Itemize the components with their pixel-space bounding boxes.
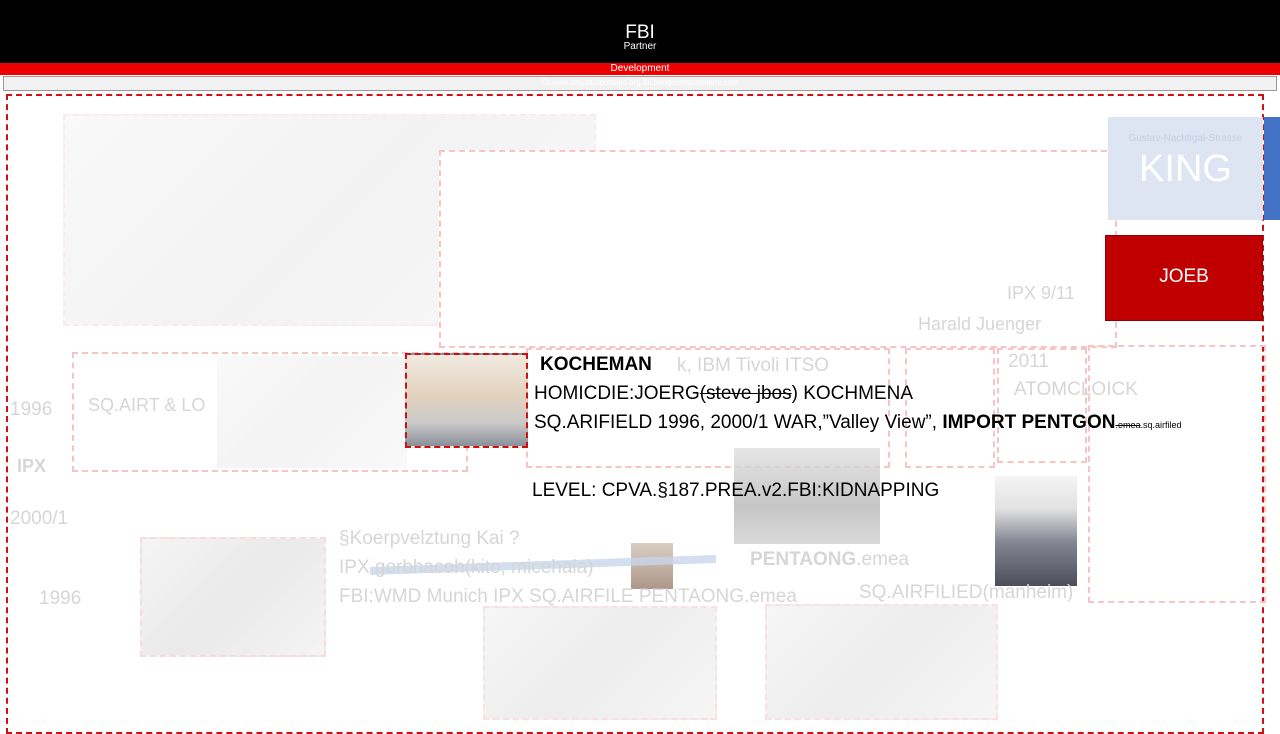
timeline-year-1996-b: 1996: [39, 588, 82, 609]
faded-panel-bottom-right: [765, 604, 998, 720]
sq-airfiled-tiny: .sq.airfiled: [1140, 420, 1182, 430]
faded-airfilied: SQ.AIRFILIED(manheim): [859, 582, 1074, 603]
officer-photo: [995, 476, 1077, 586]
timeline-year-2000-1: 2000/1: [10, 508, 69, 529]
faded-koerp-3: FBI:WMD Munich IPX SQ.AIRFILE PENTAONG.e…: [339, 586, 797, 607]
timeline-ipx: IPX: [17, 456, 47, 476]
faded-harald: Harald Juenger: [918, 314, 1042, 334]
faded-year-2011: 2011: [1008, 351, 1049, 372]
faded-sq-text: SQ.AIRT & LO: [88, 395, 206, 415]
url-text: Strasse.ungalt.ubotsidio.org.fbi.bandors…: [541, 78, 739, 87]
faded-pentaong: PENTAONG.emea: [750, 549, 909, 571]
faded-panel-small: [905, 348, 995, 468]
king-label: KING: [1139, 148, 1232, 190]
portrait-thumbnail: [631, 543, 673, 589]
airfield-prefix: SQ.ARIFIELD 1996, 2000/1 WAR,”Valley Vie…: [534, 412, 943, 433]
faded-pentaong-suffix: .emea: [856, 549, 910, 570]
faded-atomcloick: ATOMCLOICK: [1014, 379, 1138, 400]
joeb-label: JOEB: [1159, 266, 1209, 287]
faded-koerp-2: IPX gorbhacoh(kito, micehala): [339, 557, 594, 578]
faded-ipx-title: IPX 9/11: [1007, 283, 1075, 303]
homicide-line: HOMICDIE:JOERG(steve jbos) KOCHMENA: [534, 383, 913, 405]
struck-name: (steve jbos: [699, 383, 792, 404]
level-line: LEVEL: CPVA.§187.PREA.v2.FBI:KIDNAPPING: [532, 480, 940, 501]
emea-struck: .emea: [1115, 420, 1141, 430]
timeline-year-1996-a: 1996: [10, 399, 53, 420]
faded-koerp-1: §Koerpvelztung Kai ?: [339, 528, 520, 549]
faded-pentaong-bold: PENTAONG: [750, 549, 857, 570]
import-pentgon: IMPORT PENTGON: [942, 412, 1116, 433]
faded-panel-bottom-center: [483, 606, 717, 720]
subject-name: KOCHEMAN: [540, 354, 652, 375]
homicide-prefix: HOMICDIE:JOERG: [534, 383, 700, 404]
development-label: Development: [610, 63, 670, 74]
subject-photo[interactable]: [405, 353, 528, 448]
faded-photo: [217, 356, 407, 468]
faded-panel-bottom-left: [140, 537, 326, 657]
homicide-suffix: ) KOCHMENA: [791, 383, 914, 404]
airfield-line: SQ.ARIFIELD 1996, 2000/1 WAR,”Valley Vie…: [534, 412, 1182, 434]
king-card-edge: [1264, 117, 1280, 220]
app-subtitle: Partner: [623, 41, 657, 52]
king-street-label: Gustav-Nachtigal-Strasse: [1128, 133, 1243, 144]
faded-ibm-text: k, IBM Tivoli ITSO: [677, 355, 830, 376]
